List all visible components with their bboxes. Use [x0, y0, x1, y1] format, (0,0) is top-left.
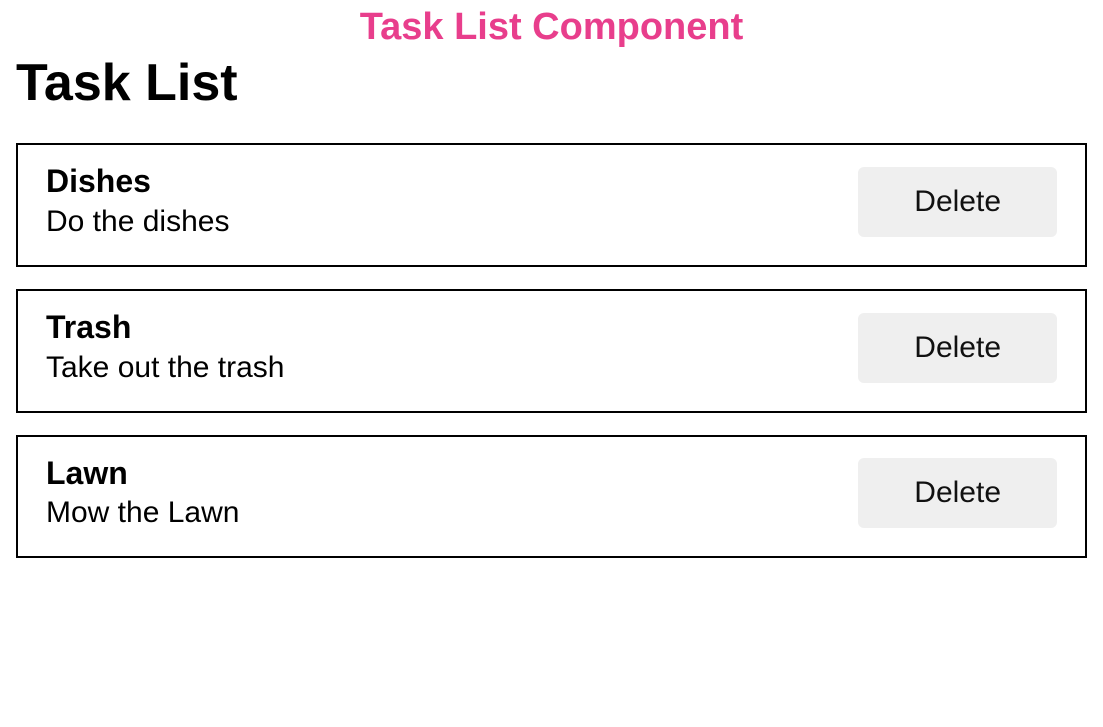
task-text: Trash Take out the trash — [46, 309, 284, 387]
task-card: Lawn Mow the Lawn Delete — [16, 435, 1087, 559]
delete-button[interactable]: Delete — [858, 313, 1057, 383]
task-text: Dishes Do the dishes — [46, 163, 229, 241]
task-description: Take out the trash — [46, 348, 284, 387]
task-title: Trash — [46, 309, 284, 346]
task-description: Mow the Lawn — [46, 493, 239, 532]
delete-button[interactable]: Delete — [858, 167, 1057, 237]
task-list: Dishes Do the dishes Delete Trash Take o… — [0, 143, 1103, 558]
task-card: Dishes Do the dishes Delete — [16, 143, 1087, 267]
task-title: Dishes — [46, 163, 229, 200]
page-title: Task List Component — [0, 6, 1103, 49]
task-card: Trash Take out the trash Delete — [16, 289, 1087, 413]
delete-button[interactable]: Delete — [858, 458, 1057, 528]
task-text: Lawn Mow the Lawn — [46, 455, 239, 533]
task-description: Do the dishes — [46, 202, 229, 241]
section-title: Task List — [16, 53, 1103, 113]
task-title: Lawn — [46, 455, 239, 492]
